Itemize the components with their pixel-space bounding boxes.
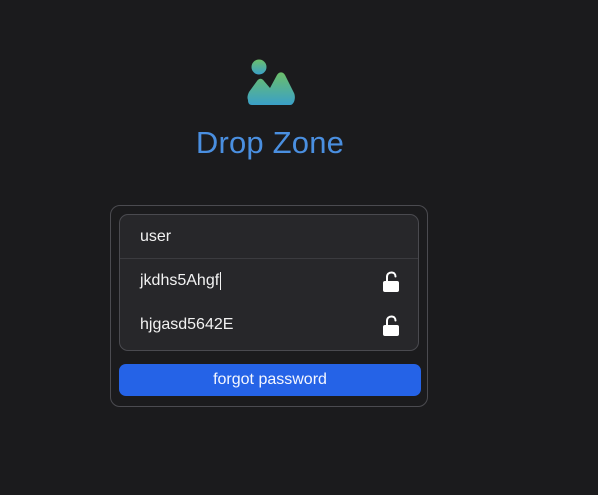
login-card: user jkdhs5Ahgf hjgasd5642E forgot passw…	[110, 205, 428, 407]
credential-fields: user jkdhs5Ahgf hjgasd5642E	[119, 214, 419, 351]
image-landscape-icon	[247, 59, 295, 105]
username-value: user	[140, 227, 172, 245]
username-field[interactable]: user	[120, 215, 418, 259]
unlocked-padlock-icon[interactable]	[382, 271, 400, 293]
text-caret	[220, 272, 222, 290]
forgot-password-button[interactable]: forgot password	[119, 364, 421, 396]
password-value-2: hjgasd5642E	[140, 316, 234, 333]
app-title: Drop Zone	[195, 125, 345, 160]
password-field-1[interactable]: jkdhs5Ahgf	[120, 259, 418, 303]
password-value-1: jkdhs5Ahgf	[140, 272, 220, 289]
login-page: Drop Zone user jkdhs5Ahgf hjgasd5642E fo…	[0, 0, 598, 495]
password-field-2[interactable]: hjgasd5642E	[120, 303, 418, 347]
unlocked-padlock-icon[interactable]	[382, 315, 400, 337]
